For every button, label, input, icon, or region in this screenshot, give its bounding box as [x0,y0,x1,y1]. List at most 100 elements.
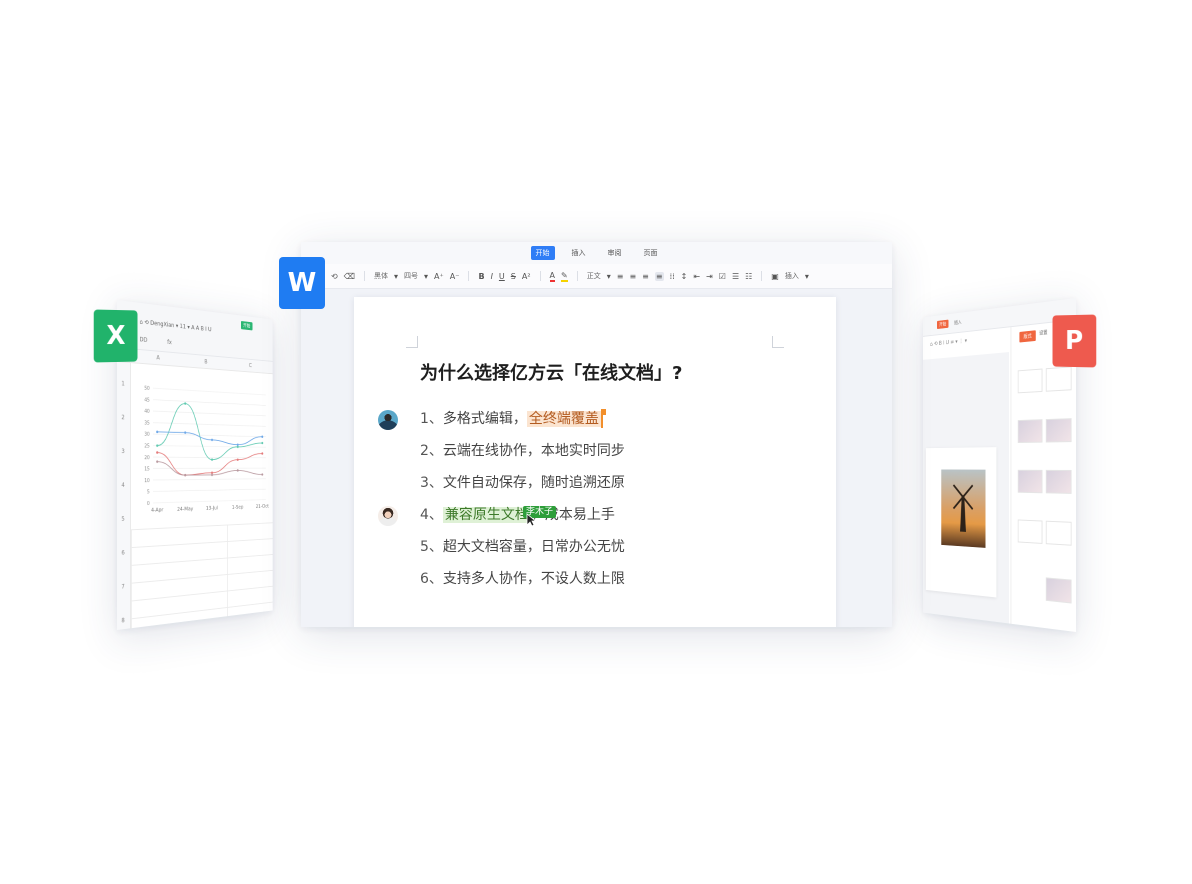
chevron-down-icon[interactable]: ▾ [805,272,809,281]
font-grow-icon[interactable]: A⁺ [434,272,444,281]
y-tick-label: 25 [144,443,149,449]
line-chart[interactable]: 0 5 10 15 20 25 30 35 40 45 50 4-Apr 24-May 13-Jul 1-S… [134,379,269,527]
layout-thumb[interactable] [1017,519,1043,544]
document-title[interactable]: 为什么选择亿方云「在线文档」? [420,359,682,385]
italic-icon[interactable]: I [491,272,493,281]
highlight-icon[interactable]: ✎ [561,271,568,282]
page-margin-corner [772,336,784,348]
checklist-icon[interactable]: ☑ [719,272,726,281]
document-page[interactable]: 为什么选择亿方云「在线文档」? 1、多格式编辑， 全终端覆盖 2、云端在线协作，本… [354,297,836,627]
undo-icon[interactable]: ⟲ [331,272,338,281]
tab-start[interactable]: 开始 [530,246,555,260]
row-6[interactable]: 6 [121,549,124,556]
ppt-tab-start[interactable]: 开始 [937,319,949,330]
side-tab-layout[interactable]: 版式 [1019,330,1036,343]
list-item[interactable]: 5、超大文档容量，日常办公无忧 [420,537,625,557]
toolbar-divider [576,271,578,281]
list-item[interactable]: 2、云端在线协作，本地实时同步 [420,441,625,461]
mouse-pointer-icon [526,513,536,527]
font-shrink-icon[interactable]: A⁻ [450,272,460,281]
row-3[interactable]: 3 [121,448,124,455]
data-point [184,473,187,477]
y-tick-label: 35 [144,420,149,426]
column-b[interactable]: B [204,359,207,366]
slide-canvas[interactable] [923,352,1009,624]
side-tab-settings[interactable]: 设置 [1039,329,1047,337]
chevron-down-icon[interactable]: ▾ [607,272,611,281]
align-justify-icon[interactable]: ≡ [654,271,664,281]
bullet-list-icon[interactable]: ☰ [732,272,739,281]
row-7[interactable]: 7 [121,583,124,590]
layout-thumb[interactable] [1045,366,1072,392]
layout-thumb[interactable] [1045,469,1072,494]
layout-thumb[interactable] [1045,418,1072,443]
insert-button[interactable]: 插入 [785,271,799,281]
row-1[interactable]: 1 [121,380,124,387]
column-c[interactable]: C [249,362,252,369]
eraser-icon[interactable]: ⌫ [344,272,355,281]
bold-icon[interactable]: B [478,272,484,281]
line-spacing-icon[interactable]: ↕ [681,272,688,281]
data-point [236,443,239,446]
name-box[interactable]: DD [140,336,148,344]
chart-gridline [153,423,266,427]
spreadsheet-grid[interactable] [130,522,273,629]
row-2[interactable]: 2 [121,414,124,421]
align-center-icon[interactable]: ≡ [629,272,636,281]
row-4[interactable]: 4 [121,482,124,489]
chart-gridline [153,446,266,448]
distribute-icon[interactable]: ⁞⁞ [670,272,675,281]
data-point [211,471,214,474]
list-item[interactable]: 4、 兼容原生文档 ，成本易上手 [420,505,615,525]
y-tick-label: 5 [147,489,150,495]
windmill-image[interactable] [941,469,986,548]
tab-insert[interactable]: 插入 [567,246,591,260]
y-tick-label: 10 [144,478,149,484]
data-point [211,473,214,477]
font-size-select[interactable]: 四号 [404,271,418,281]
underline-icon[interactable]: U [499,272,505,281]
indent-decrease-icon[interactable]: ⇤ [693,272,700,281]
list-item[interactable]: 6、支持多人协作，不设人数上限 [420,569,625,589]
align-left-icon[interactable]: ≡ [617,272,624,281]
chevron-down-icon[interactable]: ▾ [394,272,398,281]
toolbar-divider [364,271,366,281]
highlighted-text[interactable]: 全终端覆盖 [526,411,601,427]
current-slide[interactable] [925,447,997,598]
y-tick-label: 30 [144,432,149,438]
list-item[interactable]: 1、多格式编辑， 全终端覆盖 [420,409,606,429]
data-point [261,473,264,476]
list-item[interactable]: 3、文件自动保存，随时追溯还原 [420,473,625,493]
data-point [156,430,159,434]
numbered-list-icon[interactable]: ☷ [745,272,752,281]
layout-thumb[interactable] [1017,419,1043,444]
strikethrough-icon[interactable]: S [511,272,516,281]
collaborator-avatar[interactable] [378,506,398,526]
align-right-icon[interactable]: ≡ [642,272,649,281]
highlighted-text[interactable]: 兼容原生文档 [442,507,531,523]
layout-thumb[interactable] [1017,368,1043,394]
column-a[interactable]: A [156,354,159,361]
spreadsheet-tab-start[interactable]: 开始 [240,320,253,331]
layout-thumb[interactable] [1045,520,1072,546]
data-point [211,458,214,461]
row-5[interactable]: 5 [121,516,124,523]
layout-thumb[interactable] [1017,469,1043,494]
layout-thumb[interactable] [1045,577,1072,604]
font-family-select[interactable]: 黑体 [374,271,388,281]
fx-icon: fx [167,339,172,347]
collaborator-avatar[interactable] [378,410,398,430]
ppt-tab-insert[interactable]: 插入 [954,319,961,326]
tab-page[interactable]: 页面 [639,246,663,260]
image-icon[interactable]: ▣ [771,272,779,281]
tab-review[interactable]: 审阅 [603,246,627,260]
indent-increase-icon[interactable]: ⇥ [706,272,713,281]
ppt-format-tools[interactable]: ⌂ ⟲ B I U ≡ ▾ ⋮ ▾ [930,338,967,348]
font-color-icon[interactable]: A [549,271,556,282]
superscript-icon[interactable]: A² [522,272,531,281]
row-8[interactable]: 8 [121,617,124,624]
paragraph-style-select[interactable]: 正文 [587,271,601,281]
formula-bar[interactable]: DD fx [140,336,172,346]
chevron-down-icon[interactable]: ▾ [424,272,428,281]
spreadsheet-toolbar-row[interactable]: ⌂ ⟲ DengXian ▾ 11 ▾ A A B I U [140,319,212,334]
